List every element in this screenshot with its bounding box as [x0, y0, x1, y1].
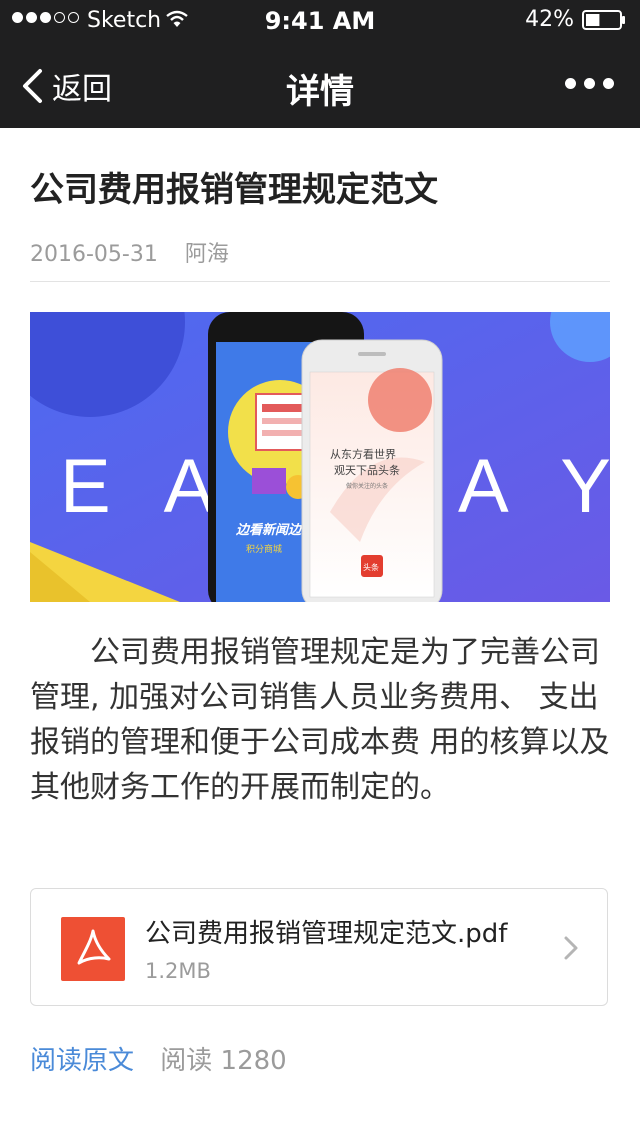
more-horizontal-icon[interactable]	[565, 78, 614, 89]
pdf-icon	[61, 917, 125, 981]
screen-caption: 做你关注的头条	[346, 482, 388, 490]
read-count: 阅读 1280	[160, 1046, 287, 1076]
article-title: 公司费用报销管理规定范文	[30, 170, 438, 210]
phone-mockup-white: 从东方看世界 观天下品头条 做你关注的头条 头条	[301, 339, 443, 602]
phone-caption-2: 积分商城	[246, 543, 282, 555]
chevron-right-icon	[564, 936, 578, 960]
battery-icon	[582, 10, 625, 30]
banner-right-text: A Y	[458, 444, 610, 529]
phone-caption: 边看新闻边	[235, 522, 303, 538]
read-original-link[interactable]: 阅读原文	[30, 1046, 134, 1076]
banner-image[interactable]: E A A Y 边看新闻边 积分商城 从东方看世界 观天下品头条 做你关注的头条	[30, 312, 610, 602]
app-badge: 头条	[363, 562, 379, 572]
banner-left-text: E A	[60, 444, 232, 529]
status-bar: Sketch 9:41 AM 42%	[0, 0, 640, 40]
article-meta: 2016-05-31 阿海	[30, 236, 249, 268]
article-body: 公司费用报销管理规定是为了完善公司管理, 加强对公司销售人员业务费用、 支出报销…	[30, 630, 610, 810]
article-date: 2016-05-31	[30, 242, 158, 267]
article-author[interactable]: 阿海	[185, 242, 229, 267]
file-name: 公司费用报销管理规定范文.pdf	[145, 919, 508, 949]
article-body-text: 公司费用报销管理规定是为了完善公司管理, 加强对公司销售人员业务费用、 支出报销…	[30, 635, 610, 805]
article-footer: 阅读原文 阅读 1280	[30, 1040, 287, 1077]
screen-line-1: 从东方看世界	[330, 447, 396, 461]
file-size: 1.2MB	[145, 959, 211, 983]
top-bar: Sketch 9:41 AM 42% 返回 详情	[0, 0, 640, 128]
page-title: 详情	[286, 72, 354, 112]
divider	[30, 281, 610, 282]
attachment-card[interactable]: 公司费用报销管理规定范文.pdf 1.2MB	[30, 888, 608, 1006]
battery-percentage: 42%	[525, 7, 574, 32]
screen-line-2: 观天下品头条	[334, 463, 400, 477]
